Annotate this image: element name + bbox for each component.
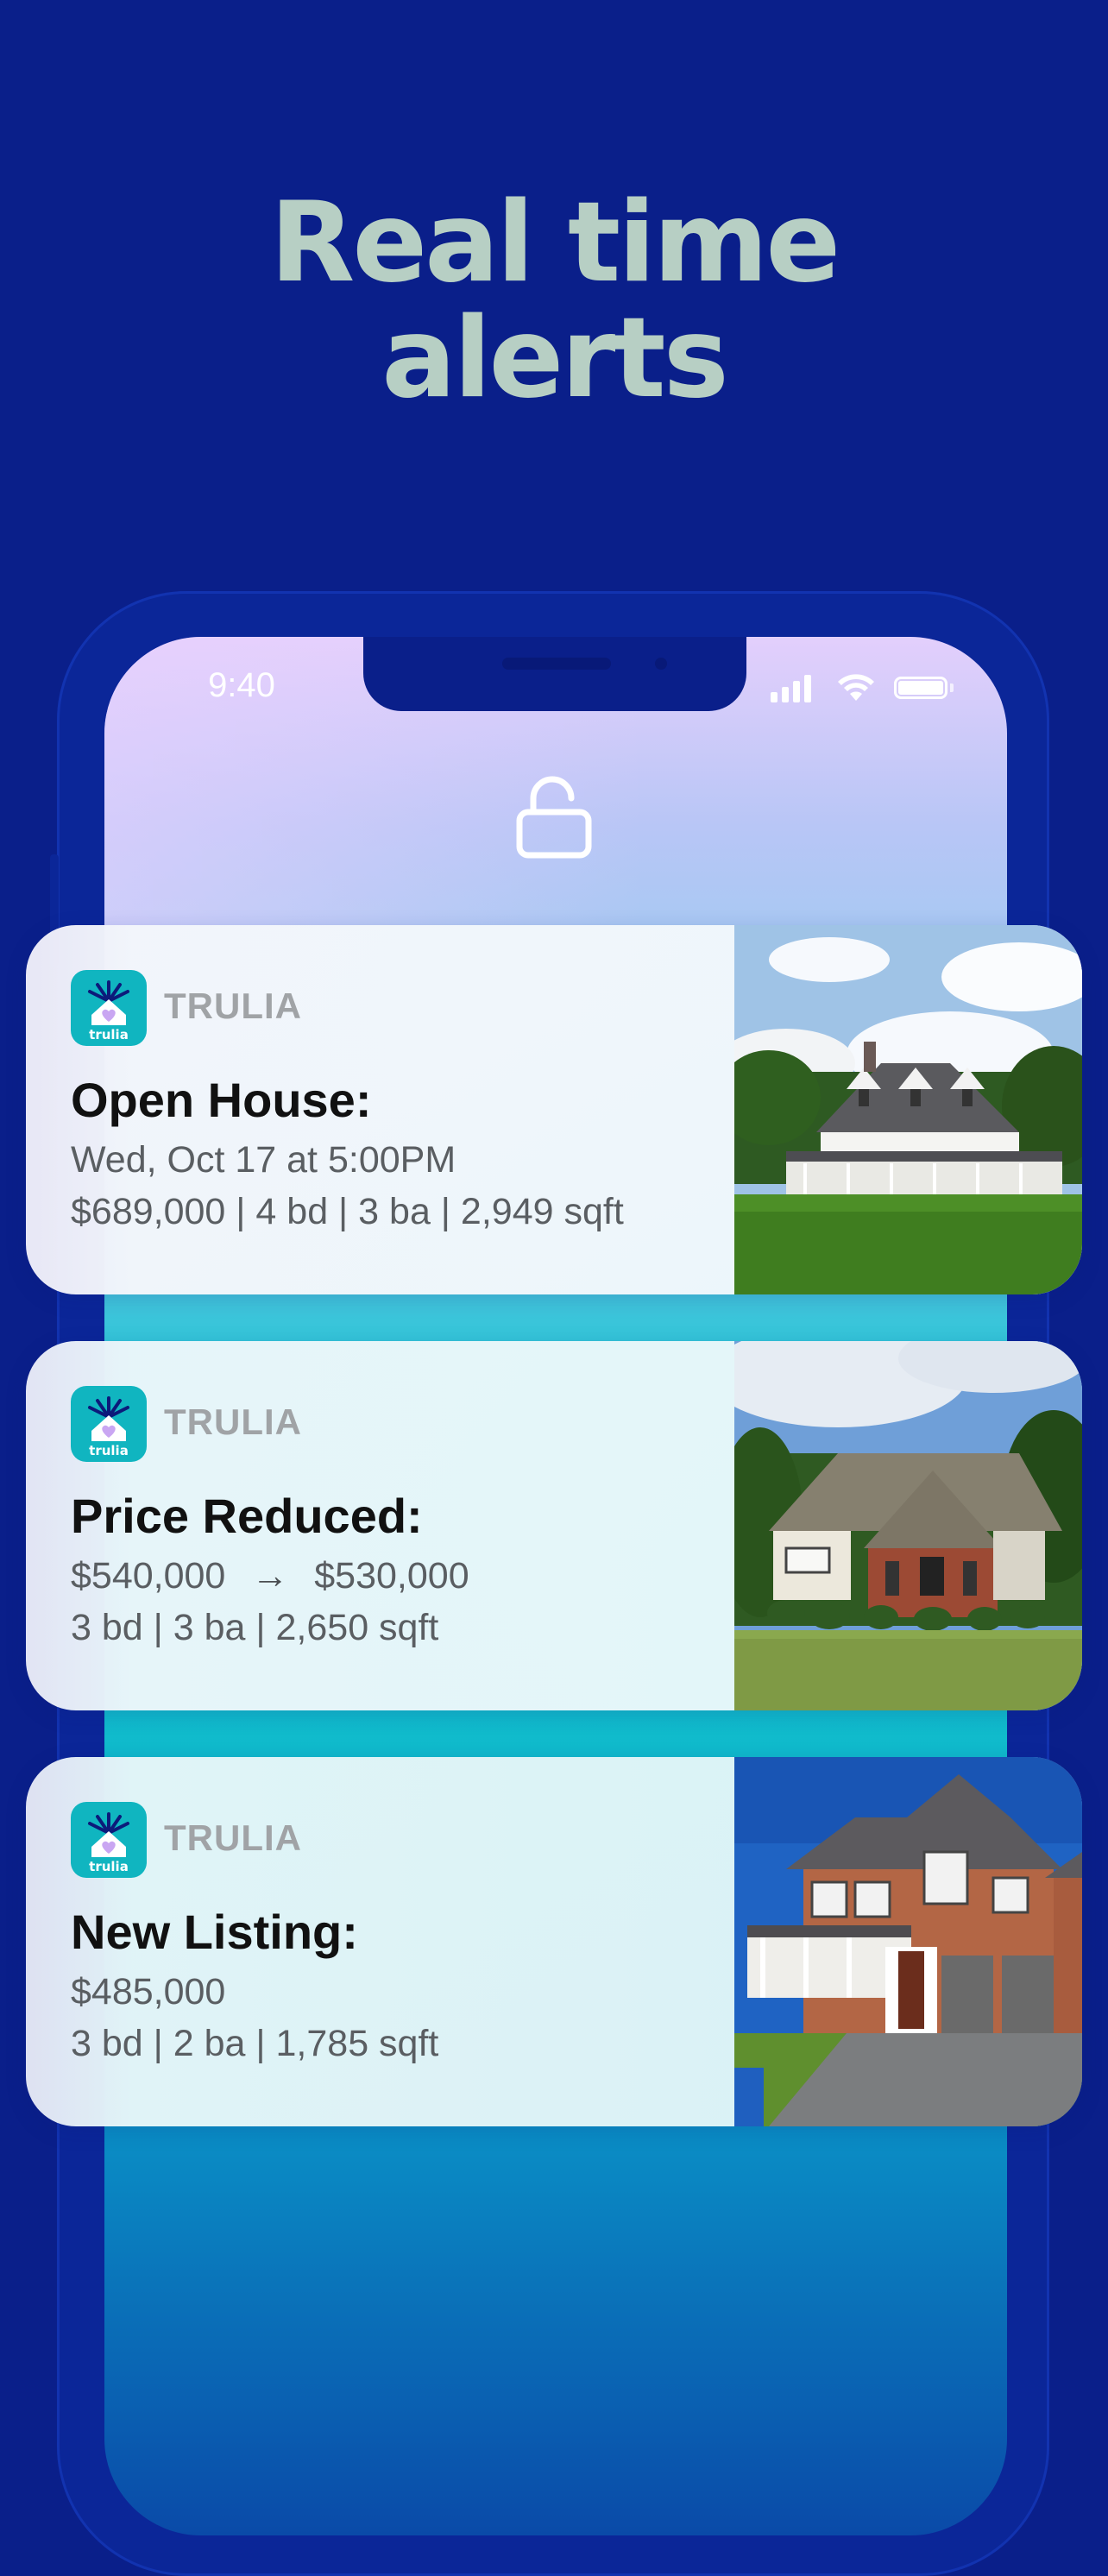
status-time: 9:40 — [208, 666, 275, 704]
speaker-grille — [502, 658, 611, 670]
notification-line-2: $689,000 | 4 bd | 3 ba | 2,949 sqft — [71, 1191, 624, 1232]
svg-text:trulia: trulia — [89, 1443, 129, 1458]
app-name: TRULIA — [164, 1817, 302, 1858]
battery-tip — [950, 683, 954, 692]
notification-line-1: $485,000 — [71, 1971, 226, 2012]
unlocked-padlock-icon — [516, 776, 592, 859]
price-change-line: $540,000 → $530,000 — [71, 1555, 469, 1597]
arrow-right-icon: → — [251, 1555, 289, 1597]
svg-text:trulia: trulia — [89, 1859, 129, 1874]
wifi-icon — [838, 674, 874, 701]
brick-two-story-house-photo — [734, 1757, 1082, 2126]
old-price: $540,000 — [71, 1555, 226, 1597]
notification-title: Price Reduced: — [71, 1489, 423, 1543]
battery-icon — [894, 677, 947, 699]
notification-line-2: 3 bd | 3 ba | 2,650 sqft — [71, 1607, 439, 1648]
brick-house-photo — [734, 1341, 1082, 1710]
notification-line-2: 3 bd | 2 ba | 1,785 sqft — [71, 2023, 439, 2064]
headline-line-2: alerts — [381, 294, 729, 423]
trulia-app-icon: trulia — [71, 970, 147, 1046]
trulia-app-icon: trulia — [71, 1802, 147, 1878]
notification-new-listing[interactable]: trulia TRULIA New Listing: $485,000 3 bd… — [26, 1757, 1082, 2126]
notification-price-reduced[interactable]: trulia TRULIA Price Reduced: $540,000 → … — [26, 1341, 1082, 1710]
notification-open-house[interactable]: trulia TRULIA Open House: Wed, Oct 17 at… — [26, 925, 1082, 1294]
notification-title: Open House: — [71, 1073, 372, 1127]
notification-title: New Listing: — [71, 1905, 358, 1959]
headline: Real time alerts — [0, 186, 1108, 417]
phone-notch — [363, 637, 746, 711]
front-camera — [655, 658, 667, 670]
svg-text:trulia: trulia — [89, 1027, 129, 1042]
new-price: $530,000 — [314, 1555, 469, 1597]
app-name: TRULIA — [164, 1401, 302, 1442]
notification-line-1: Wed, Oct 17 at 5:00PM — [71, 1139, 456, 1181]
trulia-app-icon: trulia — [71, 1386, 147, 1462]
app-name: TRULIA — [164, 986, 302, 1026]
white-farmhouse-photo — [734, 925, 1082, 1294]
headline-line-1: Real time — [269, 179, 840, 307]
